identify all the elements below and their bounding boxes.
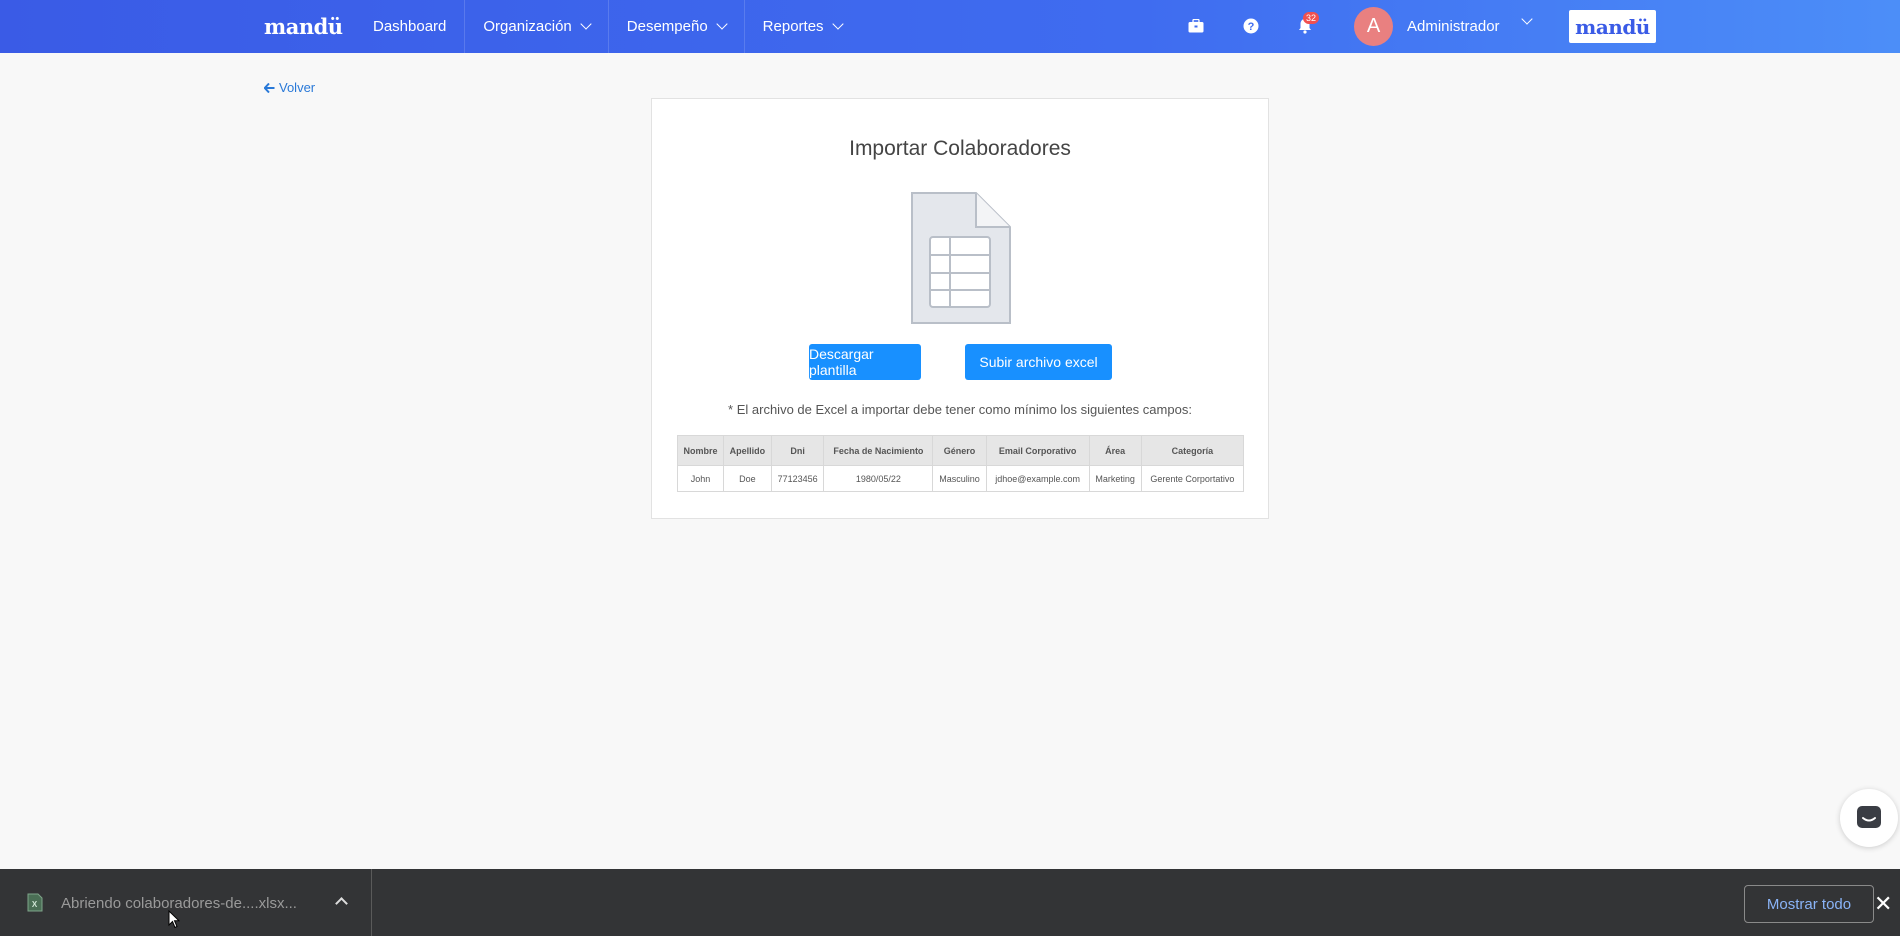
fields-table: Nombre Apellido Dni Fecha de Nacimiento …: [676, 435, 1245, 492]
download-template-button[interactable]: Descargar plantilla: [809, 344, 921, 380]
briefcase-icon[interactable]: [1186, 16, 1206, 36]
chat-launcher-button[interactable]: [1840, 789, 1898, 847]
help-icon[interactable]: ?: [1241, 16, 1261, 36]
svg-text:X: X: [32, 900, 38, 909]
mouse-cursor-icon: [168, 910, 180, 929]
page-title: Importar Colaboradores: [849, 137, 1071, 160]
upload-excel-button[interactable]: Subir archivo excel: [965, 344, 1112, 380]
nav-desempeno[interactable]: Desempeño: [607, 0, 744, 53]
back-label: Volver: [279, 80, 316, 95]
chevron-down-icon: [716, 18, 728, 30]
table-header-row: Nombre Apellido Dni Fecha de Nacimiento …: [676, 435, 1245, 466]
download-bar: X Abriendo colaboradores-de....xlsx... M…: [0, 869, 1900, 936]
nav-desempeno-label: Desempeño: [626, 18, 708, 35]
import-card: Importar Colaboradores Descargar plantil…: [651, 98, 1269, 519]
table-cell: Marketing: [1088, 465, 1142, 492]
brand-badge: mandü: [1569, 10, 1656, 43]
notification-badge: 32: [1303, 12, 1320, 24]
excel-file-icon: X: [27, 893, 43, 912]
table-cell: Masculino: [932, 465, 987, 492]
column-header: Nombre: [676, 435, 725, 466]
chat-icon: [1857, 806, 1881, 828]
chevron-down-icon[interactable]: [1521, 13, 1533, 25]
chevron-down-icon: [580, 18, 592, 30]
column-header: Género: [932, 435, 987, 466]
column-header: Apellido: [723, 435, 772, 466]
table-cell: Doe: [723, 465, 772, 492]
nav-organizacion-label: Organización: [483, 18, 572, 35]
show-all-button[interactable]: Mostrar todo: [1744, 885, 1874, 923]
chevron-down-icon: [831, 18, 844, 30]
table-cell: 77123456: [770, 465, 825, 492]
back-link[interactable]: Volver: [264, 80, 315, 95]
nav-links: Dashboard Organización Desempeño Reporte…: [355, 0, 860, 53]
table-cell: Gerente Corportativo: [1140, 465, 1245, 492]
avatar[interactable]: A: [1354, 7, 1393, 46]
table-cell: 1980/05/22: [823, 465, 934, 492]
nav-reportes-label: Reportes: [762, 18, 824, 35]
top-navbar: mandü Dashboard Organización Desempeño R…: [0, 0, 1900, 53]
table-cell: jdhoe@example.com: [985, 465, 1090, 492]
nav-dashboard[interactable]: Dashboard: [355, 0, 464, 53]
svg-text:?: ?: [1248, 21, 1255, 33]
user-name[interactable]: Administrador: [1407, 18, 1500, 35]
nav-reportes[interactable]: Reportes: [743, 0, 860, 53]
close-icon[interactable]: ✕: [1874, 891, 1892, 917]
spreadsheet-file-icon: [911, 192, 1011, 324]
chevron-up-icon[interactable]: [335, 897, 348, 910]
column-header: Fecha de Nacimiento: [823, 435, 934, 466]
column-header: Categoría: [1140, 435, 1245, 466]
arrow-left-icon: [264, 82, 275, 93]
nav-organizacion[interactable]: Organización: [464, 0, 607, 53]
download-item[interactable]: X Abriendo colaboradores-de....xlsx...: [0, 869, 372, 936]
column-header: Área: [1088, 435, 1142, 466]
column-header: Email Corporativo: [985, 435, 1090, 466]
table-cell: John: [676, 465, 725, 492]
nav-dashboard-label: Dashboard: [373, 18, 447, 35]
requirements-note: * El archivo de Excel a importar debe te…: [728, 402, 1192, 417]
table-row: John Doe 77123456 1980/05/22 Masculino j…: [676, 465, 1245, 492]
column-header: Dni: [770, 435, 825, 466]
brand-logo[interactable]: mandü: [264, 14, 343, 39]
